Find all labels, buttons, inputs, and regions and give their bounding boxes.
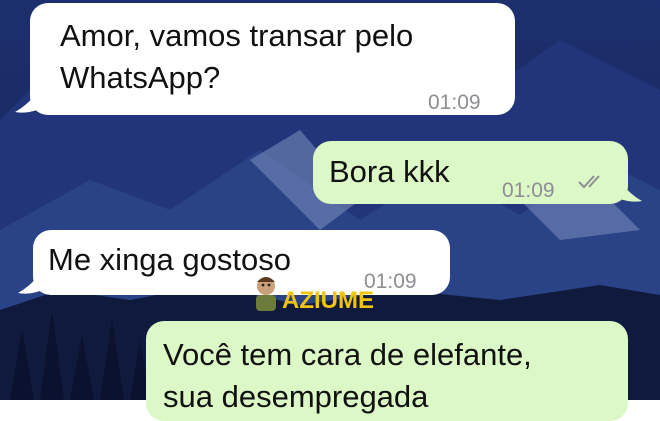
message-bubble-outgoing[interactable]: Bora kkk 01:09 <box>313 141 628 204</box>
message-timestamp: 01:09 <box>428 91 481 114</box>
double-check-icon <box>578 175 600 189</box>
message-text: Você tem cara de elefante, sua desempreg… <box>163 337 532 414</box>
watermark-text: AZIUME <box>282 287 374 314</box>
message-bubble-incoming[interactable]: Amor, vamos transar pelo WhatsApp? 01:09 <box>30 3 515 115</box>
aziume-watermark: AZIUME <box>248 272 398 318</box>
message-text: Amor, vamos transar pelo WhatsApp? <box>60 18 414 95</box>
message-text: Bora kkk <box>329 154 450 189</box>
bubble-tail-incoming <box>18 273 40 294</box>
bubble-tail-outgoing <box>620 181 642 202</box>
bubble-tail-incoming <box>15 92 37 113</box>
message-bubble-outgoing[interactable]: Você tem cara de elefante, sua desempreg… <box>146 321 628 421</box>
message-timestamp: 01:09 <box>502 179 555 202</box>
